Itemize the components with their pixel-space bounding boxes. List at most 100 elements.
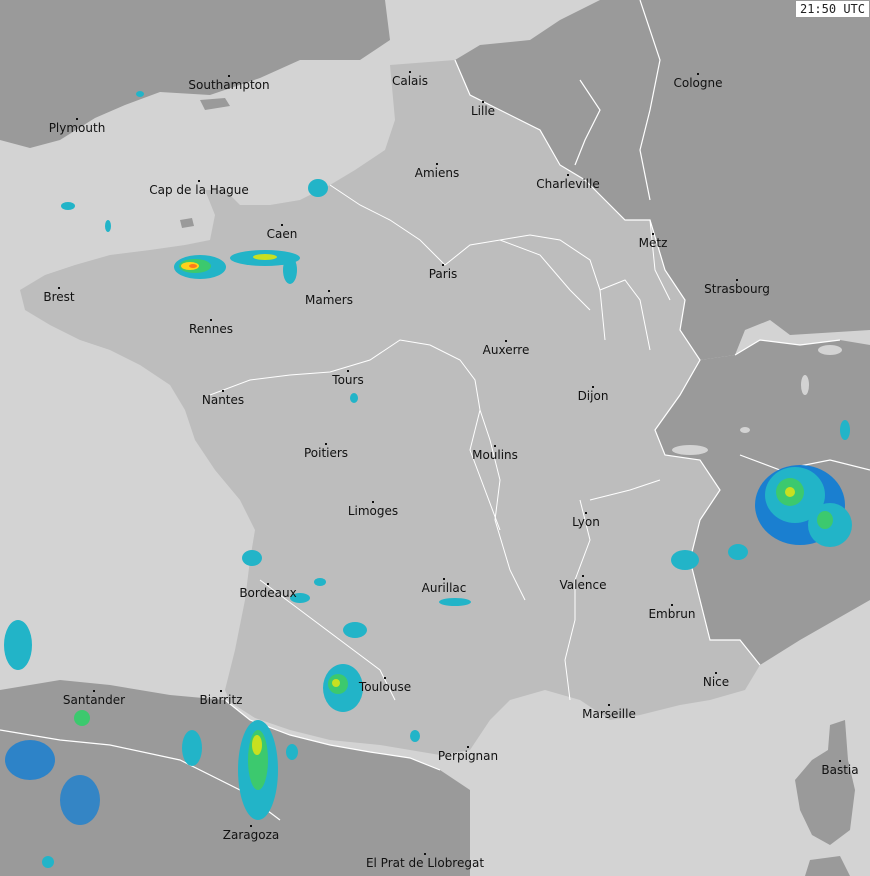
- city-dot-plymouth: [76, 118, 78, 120]
- city-dot-calais: [409, 71, 411, 73]
- city-label-cologne: Cologne: [673, 76, 723, 90]
- city-label-paris: Paris: [428, 267, 458, 281]
- city-dot-bordeaux: [267, 583, 269, 585]
- radar-echo: [439, 598, 471, 606]
- city-label-marseille: Marseille: [582, 707, 636, 721]
- radar-echo: [105, 220, 111, 232]
- weather-radar-map[interactable]: Southampton Calais Cologne Plymouth Lille Ami…: [0, 0, 870, 876]
- radar-echo: [283, 256, 297, 284]
- city-dot-dijon: [592, 386, 594, 388]
- city-dot-rennes: [210, 319, 212, 321]
- city-label-toulouse: Toulouse: [358, 680, 412, 694]
- radar-echo: [5, 740, 55, 780]
- city-dot-auxerre: [505, 340, 507, 342]
- city-label-el-prat-de-llobregat: El Prat de Llobregat: [365, 856, 485, 870]
- radar-echo: [332, 679, 340, 687]
- city-label-nice: Nice: [702, 675, 730, 689]
- city-label-valence: Valence: [559, 578, 607, 592]
- radar-echo: [817, 511, 833, 529]
- map-base-layer: [0, 0, 870, 876]
- radar-echo: [314, 578, 326, 586]
- city-label-perpignan: Perpignan: [437, 749, 499, 763]
- city-label-zaragoza: Zaragoza: [222, 828, 280, 842]
- city-label-charleville: Charleville: [536, 177, 600, 191]
- city-label-strasbourg: Strasbourg: [704, 282, 770, 296]
- radar-echo: [286, 744, 298, 760]
- radar-echo: [728, 544, 748, 560]
- radar-echo: [42, 856, 54, 868]
- radar-echo: [242, 550, 262, 566]
- city-label-biarritz: Biarritz: [199, 693, 243, 707]
- radar-echo: [410, 730, 420, 742]
- city-dot-cap-de-la-hague: [198, 180, 200, 182]
- city-dot-aurillac: [443, 578, 445, 580]
- city-dot-nice: [715, 672, 717, 674]
- radar-echo: [671, 550, 699, 570]
- city-label-nantes: Nantes: [201, 393, 245, 407]
- radar-echo: [350, 393, 358, 403]
- radar-echo: [785, 487, 795, 497]
- radar-echo: [136, 91, 144, 97]
- city-dot-marseille: [608, 704, 610, 706]
- city-dot-cologne: [697, 73, 699, 75]
- radar-echo: [60, 775, 100, 825]
- city-label-limoges: Limoges: [347, 504, 399, 518]
- city-label-poitiers: Poitiers: [303, 446, 349, 460]
- city-dot-amiens: [436, 163, 438, 165]
- radar-echo: [189, 264, 197, 268]
- city-label-auxerre: Auxerre: [482, 343, 530, 357]
- radar-echo: [840, 420, 850, 440]
- radar-echo: [182, 730, 202, 766]
- city-dot-charleville: [567, 174, 569, 176]
- city-dot-nantes: [222, 390, 224, 392]
- radar-echo: [61, 202, 75, 210]
- timestamp: 21:50 UTC: [794, 0, 870, 18]
- city-label-santander: Santander: [62, 693, 126, 707]
- city-dot-tours: [347, 370, 349, 372]
- city-label-calais: Calais: [391, 74, 429, 88]
- city-dot-bastia: [839, 760, 841, 762]
- city-label-amiens: Amiens: [414, 166, 460, 180]
- city-label-southampton: Southampton: [188, 78, 270, 92]
- city-dot-zaragoza: [250, 825, 252, 827]
- city-dot-el-prat-de-llobregat: [424, 853, 426, 855]
- city-label-aurillac: Aurillac: [421, 581, 467, 595]
- city-dot-lyon: [585, 512, 587, 514]
- city-label-bordeaux: Bordeaux: [239, 586, 297, 600]
- city-label-moulins: Moulins: [472, 448, 518, 462]
- city-dot-strasbourg: [736, 279, 738, 281]
- city-dot-metz: [652, 233, 654, 235]
- city-label-metz: Metz: [638, 236, 668, 250]
- city-dot-southampton: [228, 75, 230, 77]
- radar-echo: [343, 622, 367, 638]
- city-label-brest: Brest: [43, 290, 75, 304]
- radar-echo: [4, 620, 32, 670]
- city-dot-santander: [93, 690, 95, 692]
- radar-echo: [308, 179, 328, 197]
- city-dot-valence: [582, 575, 584, 577]
- city-dot-toulouse: [384, 677, 386, 679]
- city-label-tours: Tours: [332, 373, 364, 387]
- radar-echo: [74, 710, 90, 726]
- radar-echo: [252, 735, 262, 755]
- city-dot-caen: [281, 224, 283, 226]
- city-label-plymouth: Plymouth: [48, 121, 106, 135]
- city-dot-perpignan: [467, 746, 469, 748]
- city-dot-brest: [58, 287, 60, 289]
- city-dot-biarritz: [220, 690, 222, 692]
- city-label-cap-de-la-hague: Cap de la Hague: [149, 183, 249, 197]
- city-label-bastia: Bastia: [821, 763, 859, 777]
- city-label-lyon: Lyon: [572, 515, 600, 529]
- city-label-embrun: Embrun: [648, 607, 696, 621]
- city-dot-paris: [442, 264, 444, 266]
- city-dot-embrun: [671, 604, 673, 606]
- city-dot-limoges: [372, 501, 374, 503]
- city-label-dijon: Dijon: [577, 389, 609, 403]
- city-dot-poitiers: [325, 443, 327, 445]
- city-label-rennes: Rennes: [188, 322, 234, 336]
- city-dot-mamers: [328, 290, 330, 292]
- city-label-mamers: Mamers: [305, 293, 353, 307]
- city-dot-lille: [482, 101, 484, 103]
- city-label-caen: Caen: [266, 227, 298, 241]
- city-label-lille: Lille: [470, 104, 496, 118]
